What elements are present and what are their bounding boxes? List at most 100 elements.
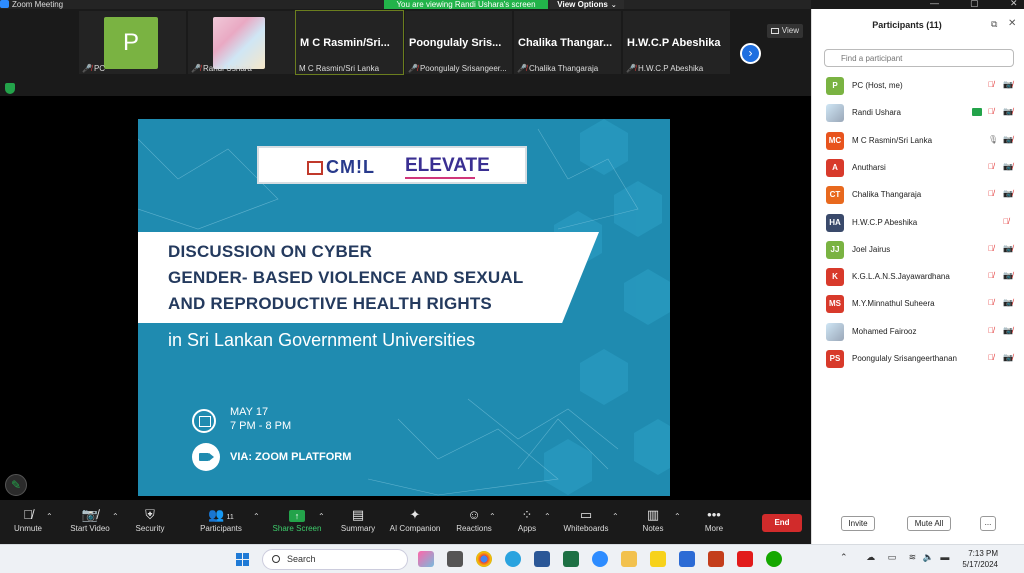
taskbar-search[interactable]: Search	[262, 549, 408, 570]
participant-row[interactable]: CT Chalika Thangaraja 🎙̸ 📷̸	[812, 182, 1024, 209]
notes-button[interactable]: ▥ Notes	[640, 506, 666, 533]
notes-icon: ▥	[646, 507, 660, 522]
more-button[interactable]: ••• More	[700, 506, 728, 533]
chevron-up-icon[interactable]: ⌃	[840, 552, 848, 562]
mic-muted-icon[interactable]: 🎙̸	[988, 189, 994, 198]
copilot-app-icon[interactable]	[418, 551, 434, 567]
display-icon[interactable]: ▭	[888, 552, 897, 562]
acrobat-app-icon[interactable]	[737, 551, 753, 567]
popout-icon[interactable]: ⧉	[991, 19, 997, 30]
file-explorer-icon[interactable]	[621, 551, 637, 567]
sticky-notes-icon[interactable]	[650, 551, 666, 567]
taskbar-clock[interactable]: 7:13 PM 5/17/2024	[958, 548, 998, 570]
participant-row[interactable]: HA H.W.C.P Abeshika 🎙̸	[812, 210, 1024, 237]
zoom-app-icon[interactable]	[592, 551, 608, 567]
invite-button[interactable]: Invite	[841, 516, 875, 531]
thumbnail-pc[interactable]: P 🎤̸ PC	[79, 11, 186, 74]
video-off-icon[interactable]: 📷̸	[1003, 298, 1013, 307]
participant-row[interactable]: A Anutharsi 🎙̸ 📷̸	[812, 155, 1024, 182]
chrome-app-icon[interactable]	[476, 551, 492, 567]
participant-row[interactable]: PS Poongulaly Srisangeerthanan 🎙̸ 📷̸	[812, 346, 1024, 373]
participant-row[interactable]: P PC (Host, me) 🎙̸ 📷̸	[812, 73, 1024, 100]
viewing-share-banner: You are viewing Randi Ushara's screen	[384, 0, 548, 9]
thumbnail-rasmin[interactable]: M C Rasmin/Sri... M C Rasmin/Sri Lanka	[295, 10, 404, 75]
view-button[interactable]: View	[767, 24, 803, 38]
video-off-icon[interactable]: 📷̸	[1003, 135, 1013, 144]
participant-row[interactable]: JJ Joel Jairus 🎙̸ 📷̸	[812, 237, 1024, 264]
video-off-icon[interactable]: 📷̸	[1003, 189, 1013, 198]
participants-caret[interactable]: ⌃	[253, 512, 260, 521]
word-app-icon[interactable]	[534, 551, 550, 567]
mic-muted-icon[interactable]: 🎙̸	[988, 107, 994, 116]
maximize-icon[interactable]: ▢	[970, 0, 979, 9]
video-off-icon[interactable]: 📷̸	[1003, 80, 1013, 89]
cloud-icon[interactable]: ☁	[866, 552, 875, 562]
share-caret[interactable]: ⌃	[318, 512, 325, 521]
reactions-caret[interactable]: ⌃	[489, 512, 496, 521]
upwork-app-icon[interactable]	[766, 551, 782, 567]
audio-options-caret[interactable]: ⌃	[46, 512, 53, 521]
mute-all-button[interactable]: Mute All	[907, 516, 951, 531]
close-window-icon[interactable]: ✕	[1010, 0, 1018, 9]
view-options-button[interactable]: View Options ⌄	[550, 0, 624, 9]
thumbnail-randi[interactable]: 🎤̸ Randi Ushara	[188, 11, 295, 74]
video-off-icon[interactable]: 📷̸	[1003, 353, 1013, 362]
whiteboards-button[interactable]: ▭ Whiteboards	[562, 506, 610, 533]
next-page-arrow-icon[interactable]: ›	[740, 43, 761, 64]
reactions-button[interactable]: ☺ Reactions	[455, 506, 493, 533]
participant-name: Chalika Thangaraja	[852, 190, 922, 200]
security-button[interactable]: ⛨ Security	[132, 506, 168, 533]
start-video-button[interactable]: 📷̸ Start Video	[66, 506, 114, 533]
mic-muted-icon[interactable]: 🎙̸	[988, 162, 994, 171]
video-off-icon[interactable]: 📷̸	[1003, 107, 1013, 116]
video-options-caret[interactable]: ⌃	[112, 512, 119, 521]
video-off-icon[interactable]: 📷̸	[1003, 271, 1013, 280]
ai-companion-button[interactable]: ✦ AI Companion	[388, 506, 442, 533]
mic-muted-icon[interactable]: 🎙̸	[988, 80, 994, 89]
mic-muted-icon[interactable]: 🎙̸	[988, 353, 994, 362]
unmute-button[interactable]: 🎙̸ Unmute	[10, 506, 46, 533]
annotate-pencil-icon[interactable]: ✎	[5, 474, 27, 496]
whiteboards-caret[interactable]: ⌃	[612, 512, 619, 521]
photos-app-icon[interactable]	[679, 551, 695, 567]
task-view-icon[interactable]	[447, 551, 463, 567]
mic-muted-icon[interactable]: 🎙̸	[988, 271, 994, 280]
mic-muted-icon[interactable]: 🎙̸	[988, 298, 994, 307]
thumbnail-poongulaly[interactable]: Poongulaly Sris... 🎤̸ Poongulaly Srisange…	[405, 11, 512, 74]
apps-button[interactable]: ⁘ Apps	[512, 506, 542, 533]
participant-row[interactable]: MC M C Rasmin/Sri Lanka 🎙 📷̸	[812, 128, 1024, 155]
mic-muted-icon[interactable]: 🎙̸	[988, 244, 994, 253]
windows-start-icon[interactable]	[236, 553, 250, 567]
thumbnail-chalika[interactable]: Chalika Thangar... 🎤̸ Chalika Thangaraja	[514, 11, 621, 74]
thumbnail-abeshika[interactable]: H.W.C.P Abeshika 🎤̸ H.W.C.P Abeshika	[623, 11, 730, 74]
video-off-icon[interactable]: 📷̸	[1003, 244, 1013, 253]
end-meeting-button[interactable]: End	[762, 514, 802, 532]
summary-button[interactable]: ▤ Summary	[338, 506, 378, 533]
wifi-icon[interactable]: ≋	[909, 552, 917, 562]
mic-muted-icon: 🎤̸	[517, 64, 527, 73]
mic-muted-icon[interactable]: 🎙̸	[1003, 217, 1009, 226]
close-icon[interactable]: ✕	[1008, 18, 1016, 29]
battery-icon[interactable]: ▬	[940, 552, 949, 562]
mic-muted-icon: 🎤̸	[191, 64, 201, 73]
participant-row[interactable]: Randi Ushara 🎙̸ 📷̸	[812, 100, 1024, 127]
share-screen-button[interactable]: ↑ Share Screen	[272, 506, 322, 533]
ai-companion-label: AI Companion	[389, 524, 441, 533]
panel-more-button[interactable]: ...	[980, 516, 996, 531]
participant-search-input[interactable]	[824, 49, 1014, 67]
apps-caret[interactable]: ⌃	[544, 512, 551, 521]
telegram-app-icon[interactable]	[505, 551, 521, 567]
video-off-icon[interactable]: 📷̸	[1003, 162, 1013, 171]
volume-icon[interactable]: 🔈	[923, 552, 934, 562]
participants-button[interactable]: 👥 11 Participants	[196, 506, 246, 533]
minimize-icon[interactable]: —	[930, 0, 939, 8]
notes-caret[interactable]: ⌃	[674, 512, 681, 521]
mic-on-icon[interactable]: 🎙	[988, 135, 998, 144]
mic-muted-icon[interactable]: 🎙̸	[988, 326, 994, 335]
participant-row[interactable]: MS M.Y.Minnathul Suheera 🎙̸ 📷̸	[812, 291, 1024, 318]
powerpoint-app-icon[interactable]	[708, 551, 724, 567]
video-off-icon[interactable]: 📷̸	[1003, 326, 1013, 335]
excel-app-icon[interactable]	[563, 551, 579, 567]
participant-row[interactable]: K K.G.L.A.N.S.Jayawardhana 🎙̸ 📷̸	[812, 264, 1024, 291]
participant-row[interactable]: Mohamed Fairooz 🎙̸ 📷̸	[812, 319, 1024, 346]
